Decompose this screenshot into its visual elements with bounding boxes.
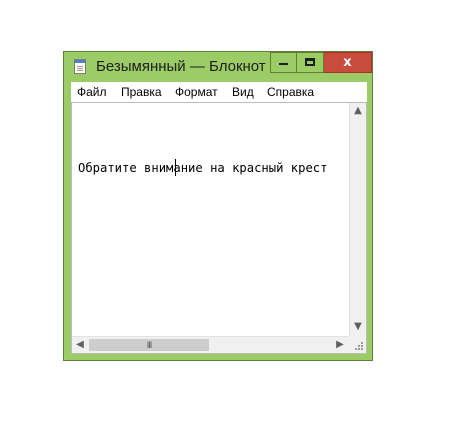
menu-help[interactable]: Справка xyxy=(267,85,314,99)
close-button[interactable]: x xyxy=(324,52,372,73)
menu-format[interactable]: Формат xyxy=(175,85,218,99)
scrollbar-thumb[interactable]: III xyxy=(89,339,209,351)
minimize-button[interactable] xyxy=(270,52,297,73)
chevron-down-icon[interactable]: ▼ xyxy=(350,319,366,335)
resize-grip[interactable] xyxy=(349,336,366,353)
text-caret xyxy=(175,159,176,176)
close-icon: x xyxy=(343,55,352,70)
chevron-up-icon[interactable]: ▲ xyxy=(350,103,366,119)
editor-text: Обратите внимание на красный крест xyxy=(78,161,328,175)
maximize-button[interactable] xyxy=(297,52,324,73)
window-title: Безымянный — Блокнот xyxy=(96,58,266,75)
title-bar[interactable]: Безымянный — Блокнот x xyxy=(64,52,372,82)
chevron-left-icon[interactable]: ◀ xyxy=(72,337,88,353)
menu-view[interactable]: Вид xyxy=(232,85,254,99)
notepad-window: Безымянный — Блокнот x Файл Правка Форма… xyxy=(63,51,373,361)
editor-area: Обратите внимание на красный крест ▲ ▼ ◀… xyxy=(71,102,367,354)
menu-bar: Файл Правка Формат Вид Справка xyxy=(71,82,367,102)
horizontal-scrollbar[interactable]: ◀ III ▶ xyxy=(72,336,349,353)
menu-file[interactable]: Файл xyxy=(77,85,107,99)
chevron-right-icon[interactable]: ▶ xyxy=(332,337,348,353)
maximize-icon xyxy=(305,58,315,66)
vertical-scrollbar[interactable]: ▲ ▼ xyxy=(349,103,366,336)
minimize-icon xyxy=(279,63,288,65)
notepad-icon[interactable] xyxy=(74,59,86,74)
menu-edit[interactable]: Правка xyxy=(121,85,162,99)
text-editor[interactable]: Обратите внимание на красный крест xyxy=(72,103,349,336)
